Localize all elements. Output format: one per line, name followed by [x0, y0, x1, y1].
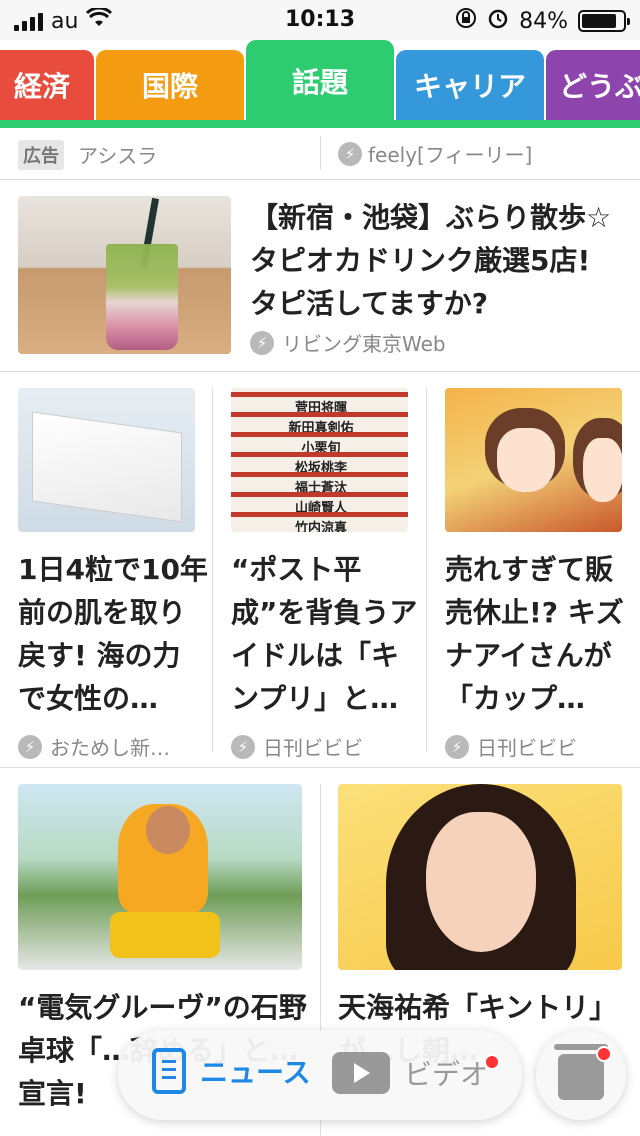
tab-animals[interactable]: どうぶ — [546, 50, 640, 120]
article-source: ⚡ おためし新… — [18, 732, 212, 761]
nav-news-label: ニュース — [200, 1056, 311, 1089]
video-play-icon — [332, 1052, 390, 1094]
actress-portrait-image[interactable] — [338, 784, 622, 970]
lightning-icon: ⚡ — [338, 141, 362, 166]
article-source-label: 日刊ビビビ — [263, 736, 363, 760]
article-title[interactable]: “ポスト平成”を背負うアイドルは「キンプリ」と… — [231, 548, 421, 720]
notification-dot — [596, 1046, 612, 1062]
ad-source[interactable]: ⚡ feely[フィーリー] — [338, 139, 532, 168]
article-source: ⚡ 日刊ビビビ — [231, 732, 425, 761]
tab-economy[interactable]: 経済 — [0, 50, 94, 120]
nav-news-button[interactable]: ニュース — [152, 1048, 311, 1094]
rotation-lock-icon — [455, 7, 477, 35]
featured-source: ⚡ リビング東京Web — [250, 328, 446, 357]
tab-international[interactable]: 国際 — [96, 50, 244, 120]
ad-advertiser[interactable]: アシスラ — [78, 140, 157, 169]
man-on-swing-image[interactable] — [18, 784, 302, 970]
article-card[interactable]: 天海祐希「キントリ」が…し朝… — [338, 784, 628, 1072]
saved-box-icon — [554, 1044, 608, 1100]
ad-row[interactable]: 広告 アシスラ ⚡ feely[フィーリー] — [0, 128, 640, 180]
alarm-icon — [487, 7, 509, 35]
battery-percent: 84% — [519, 8, 568, 34]
anime-character-image[interactable] — [445, 388, 622, 532]
nav-video-label: ビデオ — [404, 1058, 489, 1091]
actor-list-image[interactable]: 菅田将暉 新田真剣佑 小栗旬 松坂桃李 福士蒼汰 山崎賢人 竹内涼真 — [231, 388, 408, 532]
lightning-icon: ⚡ — [445, 734, 469, 759]
nav-video-button[interactable]: ビデオ — [332, 1052, 488, 1094]
article-title[interactable]: 1日4粒で10年前の肌を取り戻す! 海の力で女性の… — [18, 548, 208, 720]
saved-articles-button[interactable] — [536, 1030, 626, 1120]
tapioca-drink-image[interactable] — [18, 196, 231, 354]
article-source-label: 日刊ビビビ — [477, 736, 577, 760]
article-card[interactable]: 菅田将暉 新田真剣佑 小栗旬 松坂桃李 福士蒼汰 山崎賢人 竹内涼真 “ポスト平成”を背負う… — [231, 388, 425, 761]
lightning-icon: ⚡ — [18, 734, 42, 759]
status-bar: au 10:13 84% — [0, 0, 640, 40]
status-right: 84% — [455, 7, 630, 35]
divider — [212, 388, 213, 752]
product-box-image[interactable] — [18, 388, 195, 532]
article-source: ⚡ 日刊ビビビ — [445, 732, 639, 761]
ad-source-label: feely[フィーリー] — [368, 143, 533, 167]
tab-career[interactable]: キャリア — [396, 50, 544, 120]
bottom-nav: ニュース ビデオ — [118, 1030, 522, 1120]
ad-badge: 広告 — [18, 140, 64, 170]
featured-source-label: リビング東京Web — [282, 332, 446, 356]
lightning-icon: ⚡ — [250, 330, 274, 355]
category-tabs: 経済 国際 話題 キャリア どうぶ — [0, 40, 640, 128]
notification-dot — [484, 1054, 500, 1070]
article-title[interactable]: 売れすぎて販売休止!? キズナアイさんが「カップ… — [445, 548, 635, 720]
featured-title[interactable]: 【新宿・池袋】ぶらり散歩☆タピオカドリンク厳選5店! タピ活してますか? — [250, 196, 620, 325]
list-row-name: 竹内涼真 — [294, 521, 347, 532]
lightning-icon: ⚡ — [231, 734, 255, 759]
news-doc-icon — [152, 1048, 186, 1094]
active-tab-rule — [0, 120, 640, 128]
divider — [320, 136, 321, 170]
battery-icon — [578, 10, 630, 32]
divider — [426, 388, 427, 752]
article-card[interactable]: 売れすぎて販売休止!? キズナアイさんが「カップ… ⚡ 日刊ビビビ — [445, 388, 639, 761]
article-source-label: おためし新… — [50, 736, 170, 760]
tab-topics[interactable]: 話題 — [246, 40, 394, 122]
article-grid-3: 1日4粒で10年前の肌を取り戻す! 海の力で女性の… ⚡ おためし新… 菅田将暉… — [0, 372, 640, 768]
article-card[interactable]: 1日4粒で10年前の肌を取り戻す! 海の力で女性の… ⚡ おためし新… — [18, 388, 212, 761]
